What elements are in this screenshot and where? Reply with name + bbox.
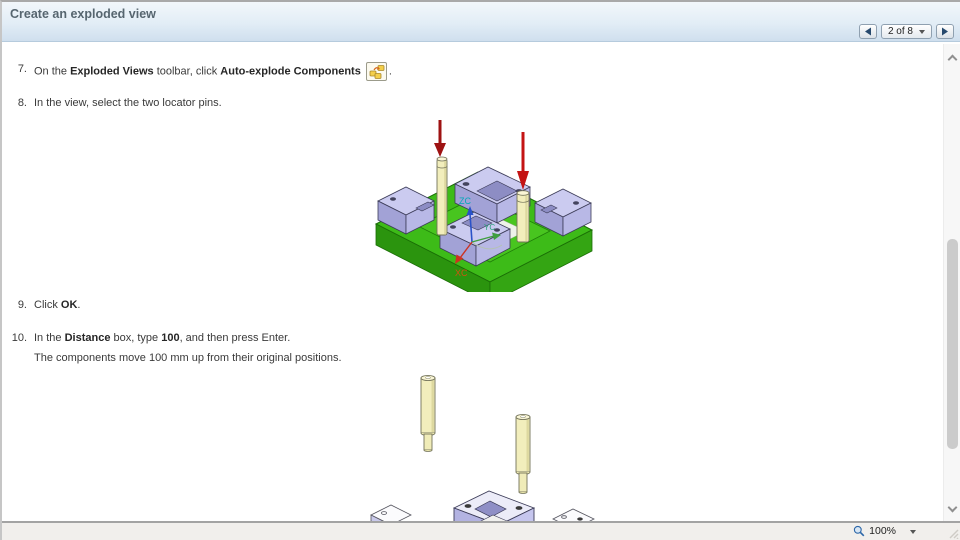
- status-bar: 100%: [2, 521, 960, 540]
- zoom-magnifier-icon: [853, 525, 865, 537]
- axis-label-yc: YC: [484, 223, 495, 232]
- step-9: 9. Click OK.: [7, 298, 81, 313]
- text-segment: In the: [34, 332, 65, 344]
- zoom-control[interactable]: 100%: [853, 525, 896, 537]
- axis-label-zc: ZC: [459, 196, 471, 206]
- step-text: Click OK.: [34, 298, 80, 313]
- locator-pin-left[interactable]: [436, 156, 448, 236]
- page-indicator-dropdown[interactable]: 2 of 8: [880, 24, 932, 39]
- step-text: In the view, select the two locator pins…: [34, 97, 222, 109]
- chevron-up-icon[interactable]: [947, 54, 958, 65]
- step-7: 7. On the Exploded Views toolbar, click …: [7, 62, 392, 81]
- text-segment: Click: [34, 299, 61, 311]
- text-segment-bold: Exploded Views: [70, 65, 154, 78]
- text-segment: box, type: [110, 332, 162, 344]
- figure-exploded-result: [370, 374, 595, 523]
- exploded-pin-right: [515, 413, 531, 494]
- exploded-pin-left: [420, 374, 436, 452]
- step-8: 8. In the view, select the two locator p…: [7, 96, 222, 111]
- figure-assembly-select-pins: ZC YC XC: [374, 120, 594, 292]
- next-arrow-icon: [942, 27, 948, 36]
- step-number: 10.: [11, 332, 27, 344]
- text-segment: .: [77, 299, 81, 311]
- scrollbar-thumb[interactable]: [947, 239, 958, 449]
- text-segment: , and then press Enter.: [179, 332, 291, 344]
- help-window: Create an exploded view 2 of 8 7. On the…: [0, 0, 960, 540]
- text-segment: On the: [34, 65, 71, 78]
- step-10: 10. In the Distance box, type 100, and t…: [7, 331, 291, 346]
- text-segment: toolbar, click: [153, 65, 221, 78]
- step-number: 7.: [17, 63, 27, 75]
- chevron-down-icon: [919, 29, 925, 34]
- vertical-scrollbar[interactable]: [943, 44, 960, 523]
- text-segment-bold: Auto-explode Components: [220, 65, 361, 78]
- chevron-down-icon[interactable]: [910, 530, 916, 534]
- explode-arrow-left: [434, 120, 446, 157]
- titlebar: Create an exploded view 2 of 8: [2, 2, 960, 42]
- next-page-button[interactable]: [936, 24, 954, 39]
- center-block: [452, 490, 536, 523]
- text-segment: .: [388, 65, 392, 78]
- step-number: 8.: [17, 97, 27, 109]
- zoom-level-label: 100%: [869, 525, 896, 537]
- prev-page-button[interactable]: [858, 24, 877, 39]
- help-content: 7. On the Exploded Views toolbar, click …: [2, 44, 943, 523]
- prev-arrow-icon: [864, 27, 871, 36]
- page-navigation: 2 of 8: [858, 24, 954, 39]
- text-segment-bold: OK: [60, 299, 78, 311]
- chevron-down-icon[interactable]: [947, 502, 958, 513]
- step-text: On the Exploded Views toolbar, click Aut…: [34, 62, 392, 81]
- page-indicator-label: 2 of 8: [887, 26, 913, 37]
- auto-explode-components-icon: [365, 62, 387, 81]
- axis-label-xc: XC: [455, 268, 468, 278]
- locator-pin-right[interactable]: [516, 190, 530, 243]
- text-segment-bold: 100: [161, 332, 180, 344]
- step-number: 9.: [17, 299, 27, 311]
- page-title: Create an exploded view: [10, 7, 156, 21]
- resize-grip[interactable]: [948, 528, 959, 539]
- text-segment-bold: Distance: [64, 332, 111, 344]
- step-10-result-text: The components move 100 mm up from their…: [34, 352, 342, 364]
- step-text: In the Distance box, type 100, and then …: [34, 331, 290, 346]
